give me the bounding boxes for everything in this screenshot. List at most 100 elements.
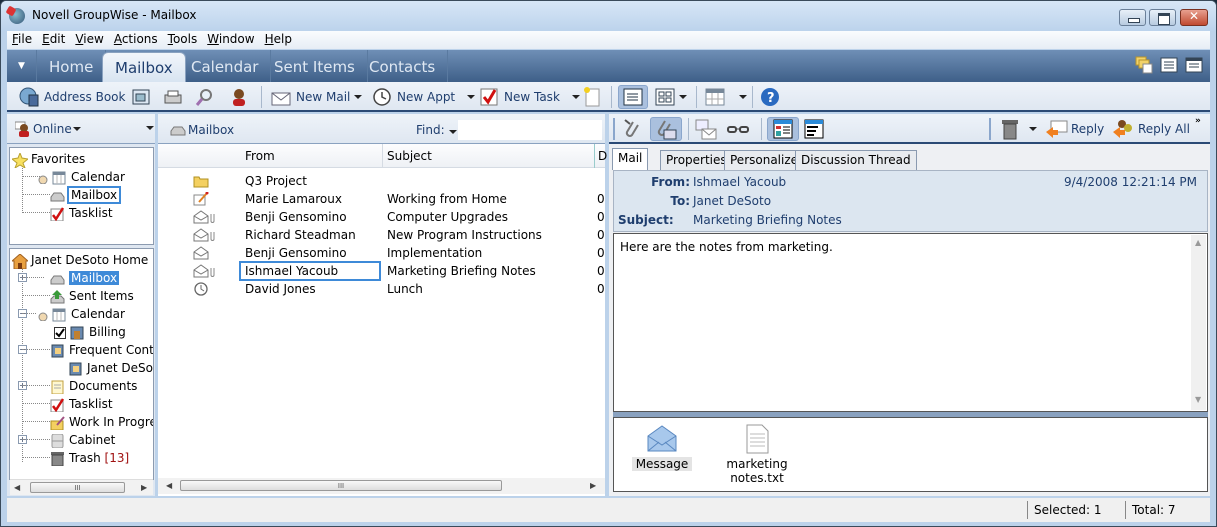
grid-view-dropdown[interactable]: [679, 95, 687, 99]
tree-item-cabinet[interactable]: Cabinet: [50, 431, 115, 449]
list-view-icon[interactable]: [1160, 56, 1178, 74]
online-status-dropdown[interactable]: Online: [15, 121, 81, 137]
tree-item-sent-items[interactable]: Sent Items: [50, 287, 134, 305]
calendar-icon: [52, 308, 67, 322]
tab-personalize[interactable]: Personalize: [724, 150, 805, 170]
tasklist-icon: [50, 206, 65, 221]
folders-view-icon[interactable]: [1135, 56, 1153, 74]
to-value[interactable]: Janet DeSoto: [693, 194, 771, 208]
tab-properties[interactable]: Properties: [660, 150, 733, 170]
maximize-button[interactable]: [1149, 9, 1176, 26]
tree-item-work-in-progress[interactable]: Work In Progress: [50, 413, 153, 431]
message-body-vscrollbar[interactable]: ▲ ▼: [1191, 235, 1206, 410]
tree-item-tasklist-favorite[interactable]: Tasklist: [50, 204, 113, 222]
new-mail-dropdown[interactable]: [354, 95, 363, 99]
tree-item-favorites[interactable]: Favorites: [10, 150, 85, 169]
column-from[interactable]: From: [245, 149, 275, 163]
tab-menu-dropdown[interactable]: ▼: [7, 50, 37, 82]
table-view-dropdown[interactable]: [739, 95, 747, 99]
work-in-progress-icon: [50, 415, 65, 430]
tab-sent-items[interactable]: Sent Items: [262, 50, 368, 82]
find-input[interactable]: [458, 120, 602, 140]
menu-actions[interactable]: Actions: [109, 31, 163, 48]
menu-help[interactable]: Help: [260, 31, 297, 48]
mailbox-tray-icon: [170, 126, 186, 136]
message-body[interactable]: Here are the notes from marketing. ▲ ▼: [613, 233, 1208, 412]
from-value[interactable]: Ishmael Yacoub: [693, 175, 786, 189]
tree-item-mailbox-favorite[interactable]: Mailbox: [50, 186, 122, 204]
reply-button[interactable]: Reply: [1046, 117, 1104, 141]
new-note-icon[interactable]: [582, 85, 602, 109]
tab-home[interactable]: Home: [37, 50, 107, 82]
new-mail-button[interactable]: New Mail: [271, 85, 363, 109]
menu-view[interactable]: View: [70, 31, 108, 48]
tree-item-trash[interactable]: Trash [13]: [50, 449, 129, 467]
message-row[interactable]: Richard Steadman New Program Instructions…: [158, 226, 605, 244]
help-icon[interactable]: ?: [760, 85, 780, 109]
new-task-button[interactable]: New Task: [479, 85, 580, 109]
new-appt-button[interactable]: New Appt: [372, 85, 476, 109]
item-list-hscrollbar[interactable]: ◀ III ▶: [158, 478, 605, 494]
mail-properties-icon[interactable]: [695, 117, 717, 141]
delete-trash-icon[interactable]: [999, 117, 1037, 141]
toolbar-overflow-chevron[interactable]: »: [1195, 116, 1201, 126]
attachment-view-button[interactable]: [650, 117, 682, 141]
menu-file[interactable]: File: [7, 31, 37, 48]
find-dropdown[interactable]: Find:: [416, 123, 457, 137]
tree-item-calendar-home[interactable]: Calendar: [38, 305, 125, 323]
view-window-icon[interactable]: [131, 85, 151, 109]
new-task-dropdown[interactable]: [571, 95, 580, 99]
calendar-view-icon[interactable]: [1185, 56, 1203, 74]
message-row[interactable]: Marie Lamaroux Working from Home 0: [158, 190, 605, 208]
menu-edit[interactable]: Edit: [37, 31, 70, 48]
pane-options-dropdown[interactable]: [146, 126, 154, 130]
attachment-marketing-notes[interactable]: marketing notes.txt: [722, 424, 792, 485]
tree-item-billing[interactable]: Billing: [54, 323, 126, 341]
tab-calendar[interactable]: Calendar: [179, 50, 272, 82]
tab-mailbox[interactable]: Mailbox: [102, 52, 186, 82]
note-icon: [193, 191, 209, 206]
single-pane-view-button[interactable]: [618, 85, 648, 109]
tree-item-mailbox[interactable]: Mailbox: [50, 269, 120, 287]
find-user-icon[interactable]: [229, 85, 249, 109]
grid-view-button[interactable]: [655, 85, 687, 109]
home-folder-tree: Janet DeSoto Home + Mailbox Sent Items −…: [9, 248, 154, 480]
minimize-button[interactable]: [1119, 9, 1146, 26]
tree-item-documents[interactable]: Documents: [50, 377, 137, 395]
main-toolbar: Address Book New Mail New Appt New Task …: [7, 82, 1210, 112]
menu-tools[interactable]: Tools: [163, 31, 203, 48]
message-date: 9/4/2008 12:21:14 PM: [1063, 175, 1197, 189]
preview-layout-button[interactable]: [767, 117, 799, 141]
message-row[interactable]: Ishmael Yacoub Marketing Briefing Notes 0: [158, 261, 605, 281]
glasses-icon[interactable]: [726, 117, 750, 141]
tab-discussion-thread[interactable]: Discussion Thread: [795, 150, 917, 170]
tree-item-calendar[interactable]: Calendar: [38, 168, 125, 186]
attachment-message[interactable]: Message: [632, 424, 692, 471]
print-icon[interactable]: [163, 85, 183, 109]
message-date-col: 0: [597, 264, 605, 278]
documents-icon: [50, 380, 65, 394]
tree-item-tasklist[interactable]: Tasklist: [50, 395, 113, 413]
message-row[interactable]: Q3 Project: [158, 172, 605, 190]
attach-icon[interactable]: [621, 117, 643, 141]
tab-mail[interactable]: Mail: [612, 148, 649, 170]
tree-item-home[interactable]: Janet DeSoto Home: [10, 251, 148, 269]
table-view-button[interactable]: [705, 85, 747, 109]
find-icon[interactable]: [195, 85, 215, 109]
message-row[interactable]: David Jones Lunch 0: [158, 280, 605, 298]
tab-contacts[interactable]: Contacts: [357, 50, 449, 82]
delete-dropdown[interactable]: [1029, 127, 1037, 131]
new-appt-dropdown[interactable]: [467, 95, 476, 99]
message-row[interactable]: Benji Gensomino Implementation 0: [158, 244, 605, 262]
text-layout-button[interactable]: [804, 117, 824, 141]
tree-item-janet-desoto[interactable]: Janet DeSoto: [68, 359, 153, 377]
folder-pane-hscrollbar[interactable]: ◀ III ▶: [10, 479, 153, 495]
column-subject[interactable]: Subject: [387, 149, 432, 163]
column-date[interactable]: D: [594, 144, 607, 168]
address-book-button[interactable]: Address Book: [19, 85, 125, 109]
menu-window[interactable]: Window: [202, 31, 259, 48]
message-row[interactable]: Benji Gensomino Computer Upgrades 0: [158, 208, 605, 226]
tree-item-frequent-contacts[interactable]: Frequent Contacts: [50, 341, 153, 359]
close-button[interactable]: [1180, 9, 1208, 26]
reply-all-button[interactable]: Reply All: [1113, 117, 1190, 141]
